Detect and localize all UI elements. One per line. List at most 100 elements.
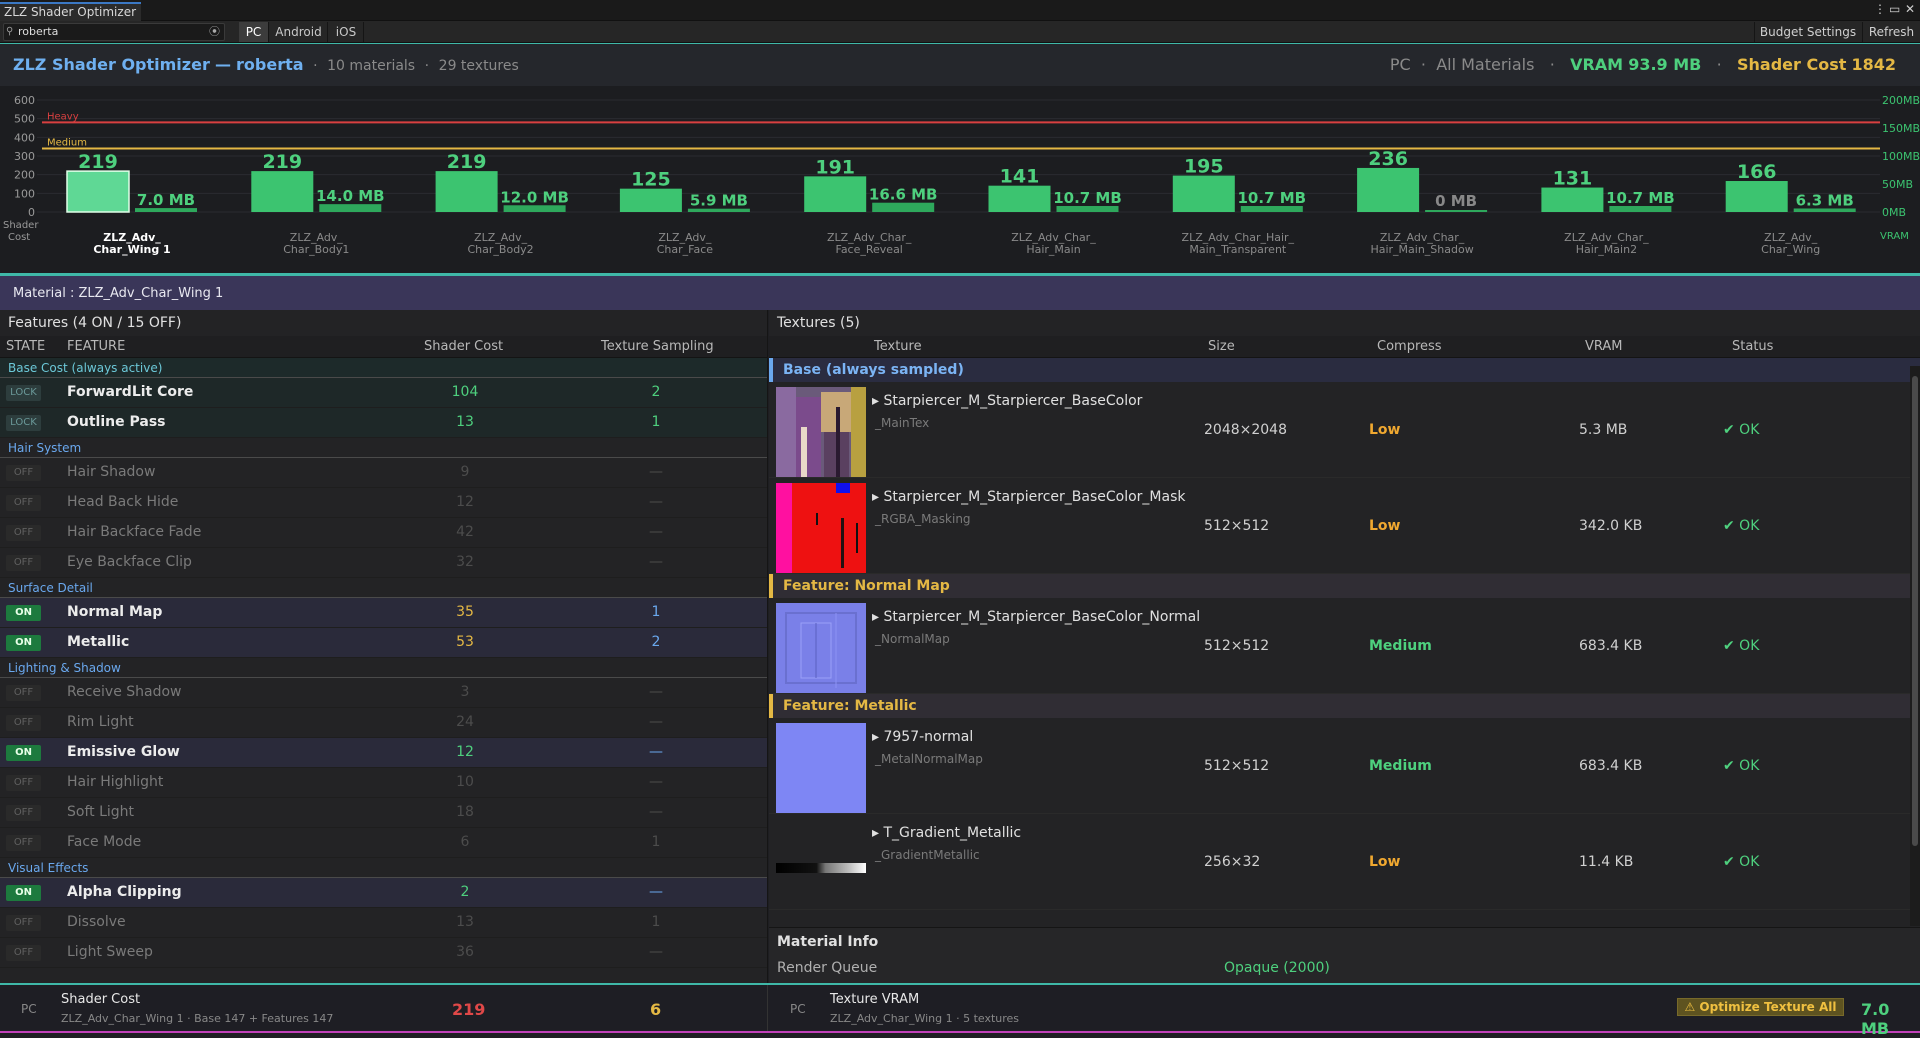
category-label[interactable]: Hair_Main_Shadow bbox=[1370, 243, 1473, 256]
feature-name: Hair Backface Fade bbox=[67, 524, 202, 540]
close-icon[interactable]: ✕ bbox=[1905, 2, 1915, 16]
scrollbar-thumb[interactable] bbox=[1912, 376, 1918, 846]
feature-row[interactable]: ON Emissive Glow 12 — bbox=[0, 738, 767, 768]
texture-row[interactable]: ▸ T_Gradient_Metallic _GradientMetallic … bbox=[769, 814, 1920, 910]
feature-state-toggle[interactable]: OFF bbox=[6, 945, 41, 961]
feature-texture-sampling: — bbox=[649, 744, 663, 760]
feature-state-toggle[interactable]: OFF bbox=[6, 805, 41, 821]
category-label[interactable]: Char_Face bbox=[657, 243, 714, 256]
feature-row[interactable]: OFF Soft Light 18 — bbox=[0, 798, 767, 828]
feature-shader-cost: 104 bbox=[451, 384, 479, 400]
feature-state-toggle[interactable]: LOCK bbox=[6, 415, 41, 431]
texture-name[interactable]: ▸ 7957-normal bbox=[872, 729, 973, 745]
category-label[interactable]: Char_Body2 bbox=[468, 243, 534, 256]
feature-state-toggle[interactable]: OFF bbox=[6, 915, 41, 931]
feature-row[interactable]: LOCK ForwardLit Core 104 2 bbox=[0, 378, 767, 408]
texture-row[interactable]: ▸ Starpiercer_M_Starpiercer_BaseColor_Ma… bbox=[769, 478, 1920, 574]
search-field[interactable]: ⚲ roberta ⦿ bbox=[3, 23, 225, 41]
vram-bar[interactable] bbox=[503, 205, 566, 212]
feature-state-toggle[interactable]: OFF bbox=[6, 495, 41, 511]
target-icon[interactable]: ⦿ bbox=[209, 24, 220, 40]
budget-settings-button[interactable]: Budget Settings bbox=[1754, 22, 1861, 42]
feature-row[interactable]: OFF Receive Shadow 3 — bbox=[0, 678, 767, 708]
feature-row[interactable]: OFF Face Mode 6 1 bbox=[0, 828, 767, 858]
feature-state-toggle[interactable]: ON bbox=[6, 605, 41, 621]
optimize-texture-all-button[interactable]: ⚠ Optimize Texture All bbox=[1677, 998, 1844, 1016]
menu-icon[interactable]: ⋮ bbox=[1874, 2, 1886, 16]
shader-cost-value: 195 bbox=[1184, 156, 1224, 178]
category-label[interactable]: Hair_Main bbox=[1026, 243, 1080, 256]
shader-cost-bar[interactable] bbox=[66, 170, 130, 213]
y-axis-label-1: Shader bbox=[3, 220, 39, 231]
window-tab[interactable]: ZLZ Shader Optimizer bbox=[0, 2, 141, 21]
feature-state-toggle[interactable]: OFF bbox=[6, 775, 41, 791]
texture-row[interactable]: ▸ Starpiercer_M_Starpiercer_BaseColor _M… bbox=[769, 382, 1920, 478]
shader-cost-bar[interactable] bbox=[1541, 187, 1604, 212]
texture-thumbnail[interactable] bbox=[776, 603, 866, 693]
texture-name[interactable]: ▸ Starpiercer_M_Starpiercer_BaseColor_No… bbox=[872, 609, 1200, 625]
feature-state-toggle[interactable]: OFF bbox=[6, 525, 41, 541]
category-label[interactable]: Main_Transparent bbox=[1189, 243, 1287, 256]
texture-compress: Medium bbox=[1369, 638, 1432, 654]
category-label[interactable]: Char_Wing bbox=[1761, 243, 1820, 256]
shader-cost-bar[interactable] bbox=[1172, 175, 1235, 212]
feature-shader-cost: 3 bbox=[460, 684, 470, 700]
feature-row[interactable]: OFF Hair Backface Fade 42 — bbox=[0, 518, 767, 548]
shader-cost-bar[interactable] bbox=[1725, 181, 1788, 212]
category-label[interactable]: Char_Wing 1 bbox=[93, 243, 170, 256]
category-label[interactable]: Face_Reveal bbox=[836, 243, 903, 256]
tab-android[interactable]: Android bbox=[270, 22, 328, 42]
feature-row[interactable]: OFF Rim Light 24 — bbox=[0, 708, 767, 738]
feature-row[interactable]: OFF Dissolve 13 1 bbox=[0, 908, 767, 938]
texture-name[interactable]: ▸ T_Gradient_Metallic bbox=[872, 825, 1021, 841]
feature-row[interactable]: ON Metallic 53 2 bbox=[0, 628, 767, 658]
tab-pc[interactable]: PC bbox=[239, 22, 269, 42]
texture-row[interactable]: ▸ Starpiercer_M_Starpiercer_BaseColor_No… bbox=[769, 598, 1920, 694]
feature-state-toggle[interactable]: ON bbox=[6, 635, 41, 651]
texture-row[interactable]: ▸ 7957-normal _MetalNormalMap 512×512 Me… bbox=[769, 718, 1920, 814]
maximize-icon[interactable]: ▭ bbox=[1889, 2, 1900, 16]
feature-row[interactable]: ON Normal Map 35 1 bbox=[0, 598, 767, 628]
feature-row[interactable]: LOCK Outline Pass 13 1 bbox=[0, 408, 767, 438]
texture-scrollbar[interactable] bbox=[1910, 366, 1920, 926]
material-info: Material Info Render Queue Opaque (2000) bbox=[769, 927, 1920, 983]
shader-cost-bar[interactable] bbox=[804, 176, 867, 212]
texture-thumbnail[interactable] bbox=[776, 819, 866, 909]
feature-row[interactable]: OFF Head Back Hide 12 — bbox=[0, 488, 767, 518]
shader-cost-value: 219 bbox=[447, 151, 487, 173]
texture-thumbnail[interactable] bbox=[776, 387, 866, 477]
feature-state-toggle[interactable]: OFF bbox=[6, 715, 41, 731]
material-chart-svg[interactable]: 600 500 400 300 200 100 0 200MB 150MB 100MB 50MB 0M… bbox=[0, 86, 1920, 273]
feature-row[interactable]: OFF Hair Shadow 9 — bbox=[0, 458, 767, 488]
texture-name[interactable]: ▸ Starpiercer_M_Starpiercer_BaseColor_Ma… bbox=[872, 489, 1186, 505]
search-input[interactable]: roberta bbox=[18, 25, 58, 38]
texture-name[interactable]: ▸ Starpiercer_M_Starpiercer_BaseColor bbox=[872, 393, 1142, 409]
shader-cost-bar[interactable] bbox=[1357, 167, 1420, 212]
tab-ios[interactable]: iOS bbox=[329, 22, 364, 42]
feature-state-toggle[interactable]: OFF bbox=[6, 465, 41, 481]
refresh-button[interactable]: Refresh bbox=[1862, 22, 1920, 42]
footer-platform: PC bbox=[21, 1002, 37, 1016]
vram-bar[interactable] bbox=[319, 204, 382, 212]
shader-cost-bar[interactable] bbox=[251, 171, 314, 212]
feature-state-toggle[interactable]: ON bbox=[6, 745, 41, 761]
texture-compress: Low bbox=[1369, 854, 1401, 870]
feature-state-toggle[interactable]: ON bbox=[6, 885, 41, 901]
vram-bar[interactable] bbox=[872, 202, 935, 212]
texture-thumbnail[interactable] bbox=[776, 483, 866, 573]
shader-cost-bar[interactable] bbox=[988, 185, 1051, 212]
vram-bar[interactable] bbox=[1425, 210, 1488, 212]
feature-row[interactable]: OFF Hair Highlight 10 — bbox=[0, 768, 767, 798]
shader-cost-bar[interactable] bbox=[619, 188, 682, 212]
feature-state-toggle[interactable]: OFF bbox=[6, 685, 41, 701]
feature-state-toggle[interactable]: OFF bbox=[6, 835, 41, 851]
feature-state-toggle[interactable]: LOCK bbox=[6, 385, 41, 401]
feature-row[interactable]: OFF Light Sweep 36 — bbox=[0, 938, 767, 968]
category-label[interactable]: Hair_Main2 bbox=[1576, 243, 1637, 256]
category-label[interactable]: Char_Body1 bbox=[283, 243, 349, 256]
feature-row[interactable]: ON Alpha Clipping 2 — bbox=[0, 878, 767, 908]
texture-thumbnail[interactable] bbox=[776, 723, 866, 813]
feature-row[interactable]: OFF Eye Backface Clip 32 — bbox=[0, 548, 767, 578]
shader-cost-bar[interactable] bbox=[435, 171, 498, 212]
feature-state-toggle[interactable]: OFF bbox=[6, 555, 41, 571]
